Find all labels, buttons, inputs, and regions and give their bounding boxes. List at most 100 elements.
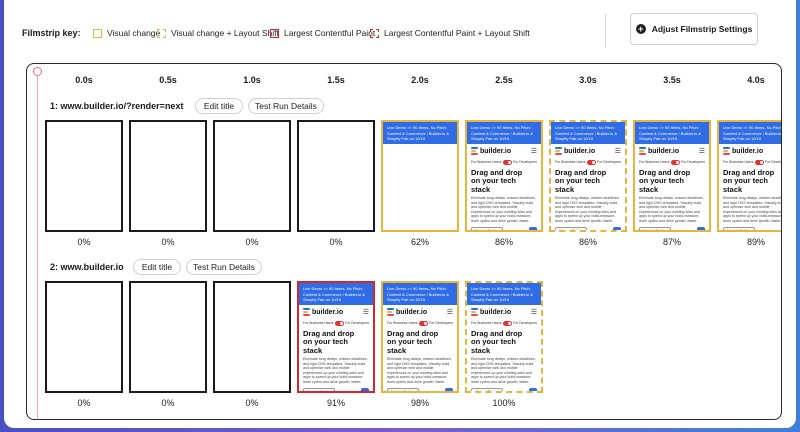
preview-body: Eliminate long delays, missed deadlines,… (303, 357, 368, 384)
visual-progress-percent: 86% (578, 237, 597, 247)
visual-progress-percent: 89% (746, 237, 765, 247)
filmstrip-frame[interactable]: Live Demo >> 90 Items, No Pitch: Content… (465, 120, 543, 232)
preview-toggle-right: For Developers (513, 321, 537, 326)
preview-toggle-row: For Business Users For Developers (299, 319, 373, 328)
chat-widget-icon (445, 387, 453, 391)
key-lcp-layout-shift: Largest Contentful Paint + Layout Shift (370, 28, 530, 38)
preview-header: builder.io ☰ (467, 305, 541, 319)
filmstrip-frame[interactable] (213, 281, 291, 393)
preview-header: builder.io ☰ (551, 144, 625, 158)
preview-logo-text: builder.io (732, 147, 764, 155)
test-run-details-button[interactable]: Test Run Details (186, 259, 262, 275)
preview-logo: builder.io (471, 308, 511, 316)
filmstrip-panel: 0.0s 0.5s 1.0s 1.5s 2.0s 2.5s 3.0s 3.5s 4.0s 1: … (26, 63, 782, 420)
preview-headline-line: on your tech stack (639, 176, 685, 194)
toggle-switch-icon (670, 160, 680, 165)
builder-logo-icon (303, 308, 310, 316)
filmstrip-frame[interactable] (45, 281, 123, 393)
preview-banner: Live Demo >> 90 Items, No Pitch: Content… (719, 122, 781, 144)
made-in-builder-badge: Made in Builder (723, 226, 755, 230)
preview-logo: builder.io (471, 147, 511, 155)
timeline-tick-label: 1.5s (327, 75, 345, 85)
filmstrip-frame[interactable] (129, 281, 207, 393)
adjust-filmstrip-settings-label: Adjust Filmstrip Settings (651, 24, 753, 34)
visual-change-layout-shift-swatch-icon (157, 28, 166, 38)
filmstrip-frame[interactable]: Live Demo >> 90 Items, No Pitch: Content… (297, 281, 375, 393)
test-run-details-button[interactable]: Test Run Details (248, 98, 324, 114)
preview-toggle-row: For Business Users For Developers (467, 319, 541, 328)
timeline-tick-label: 1.0s (243, 75, 261, 85)
hamburger-menu-icon: ☰ (446, 309, 453, 316)
preview-logo: builder.io (555, 147, 595, 155)
filmstrip-frame[interactable]: Live Demo >> 90 Items, No Pitch: Content… (381, 281, 459, 393)
toggle-switch-icon (334, 321, 344, 326)
timeline-tick-label: 4.0s (747, 75, 765, 85)
made-in-builder-badge: Made in Builder (555, 226, 587, 230)
lcp-layout-shift-swatch-icon (370, 28, 379, 38)
preview-footer: Made in Builder (719, 225, 782, 232)
preview-banner: Live Demo >> 90 Items, No Pitch: Content… (551, 122, 625, 144)
visual-progress-percent: 0% (245, 398, 259, 408)
visual-progress-percent: 87% (662, 237, 681, 247)
preview-headline: Drag and drop on your tech stack (551, 167, 625, 196)
edit-title-button[interactable]: Edit title (195, 98, 243, 114)
timeline-tick-label: 2.5s (495, 75, 513, 85)
filmstrip-frame[interactable] (129, 120, 207, 232)
key-label: Visual change + Layout Shift (171, 28, 279, 38)
hamburger-menu-icon: ☰ (698, 148, 705, 155)
visual-change-swatch-icon (93, 28, 102, 38)
timeline-scrubber-line[interactable] (37, 76, 38, 419)
preview-header: builder.io ☰ (635, 144, 709, 158)
timeline-scrubber-handle[interactable] (33, 67, 42, 76)
run-title: 1: www.builder.io/?render=next (50, 101, 184, 111)
preview-toggle-left: For Business Users (471, 321, 502, 326)
filmstrip-frame[interactable]: Live Demo >> 90 Items, No Pitch: Content… (717, 120, 782, 232)
preview-banner: Live Demo >> 90 Items, No Pitch: Content… (467, 122, 541, 144)
filmstrip-frame[interactable]: Live Demo >> 90 Items, No Pitch: Content… (465, 281, 543, 393)
visual-progress-percent: 62% (410, 237, 429, 247)
key-divider (605, 14, 606, 48)
visual-progress-percent: 0% (161, 237, 175, 247)
adjust-filmstrip-settings-button[interactable]: + Adjust Filmstrip Settings (630, 13, 758, 45)
builder-logo-icon (471, 308, 478, 316)
key-visual-change-layout-shift: Visual change + Layout Shift (157, 28, 279, 38)
edit-title-button[interactable]: Edit title (133, 259, 181, 275)
filmstrip-frame[interactable]: Live Demo >> 90 Items, No Pitch: Content… (549, 120, 627, 232)
preview-toggle-right: For Developers (513, 160, 537, 165)
preview-toggle-left: For Business Users (471, 160, 502, 165)
visual-progress-percent: 86% (494, 237, 513, 247)
preview-banner: Live Demo >> 90 Items, No Pitch: Content… (383, 283, 457, 305)
chat-widget-icon (529, 387, 537, 391)
timeline-tick-label: 3.5s (663, 75, 681, 85)
filmstrip-key-title: Filmstrip key: (22, 28, 81, 38)
preview-logo: builder.io (723, 147, 763, 155)
filmstrip-frame[interactable]: Live Demo >> 90 Items, No Pitch: Content… (633, 120, 711, 232)
visual-progress-percent: 0% (161, 398, 175, 408)
filmstrip-frame[interactable] (297, 120, 375, 232)
toggle-switch-icon (502, 160, 512, 165)
visual-progress-percent: 100% (492, 398, 516, 408)
preview-banner: Live Demo >> 90 Items, No Pitch: Content… (635, 122, 709, 144)
preview-headline-line: on your tech stack (471, 337, 517, 355)
preview-footer: Made in Builder (551, 225, 625, 230)
filmstrip-frame[interactable] (213, 120, 291, 232)
filmstrip-frame[interactable]: Live Demo >> 90 Items, No Pitch: Content… (381, 120, 459, 232)
preview-footer: Made in Builder (467, 386, 541, 391)
preview-footer: Made in Builder (635, 225, 709, 230)
timeline-tick-label: 2.0s (411, 75, 429, 85)
made-in-builder-badge: Made in Builder (387, 387, 419, 391)
preview-headline-line: on your tech stack (471, 176, 517, 194)
preview-headline: Drag and drop on your tech stack (467, 328, 541, 357)
timeline-tick-label: 0.0s (75, 75, 93, 85)
filmstrip-frame[interactable] (45, 120, 123, 232)
visual-progress-percent: 98% (410, 398, 429, 408)
made-in-builder-badge: Made in Builder (471, 387, 503, 391)
preview-logo: builder.io (303, 308, 343, 316)
plus-icon: + (635, 24, 646, 34)
timeline-tick-label: 3.0s (579, 75, 597, 85)
preview-headline-line: on your tech stack (723, 176, 769, 194)
preview-toggle-left: For Business Users (639, 160, 670, 165)
preview-footer: Made in Builder (299, 386, 373, 391)
chat-widget-icon (781, 227, 782, 232)
toggle-switch-icon (586, 160, 596, 165)
